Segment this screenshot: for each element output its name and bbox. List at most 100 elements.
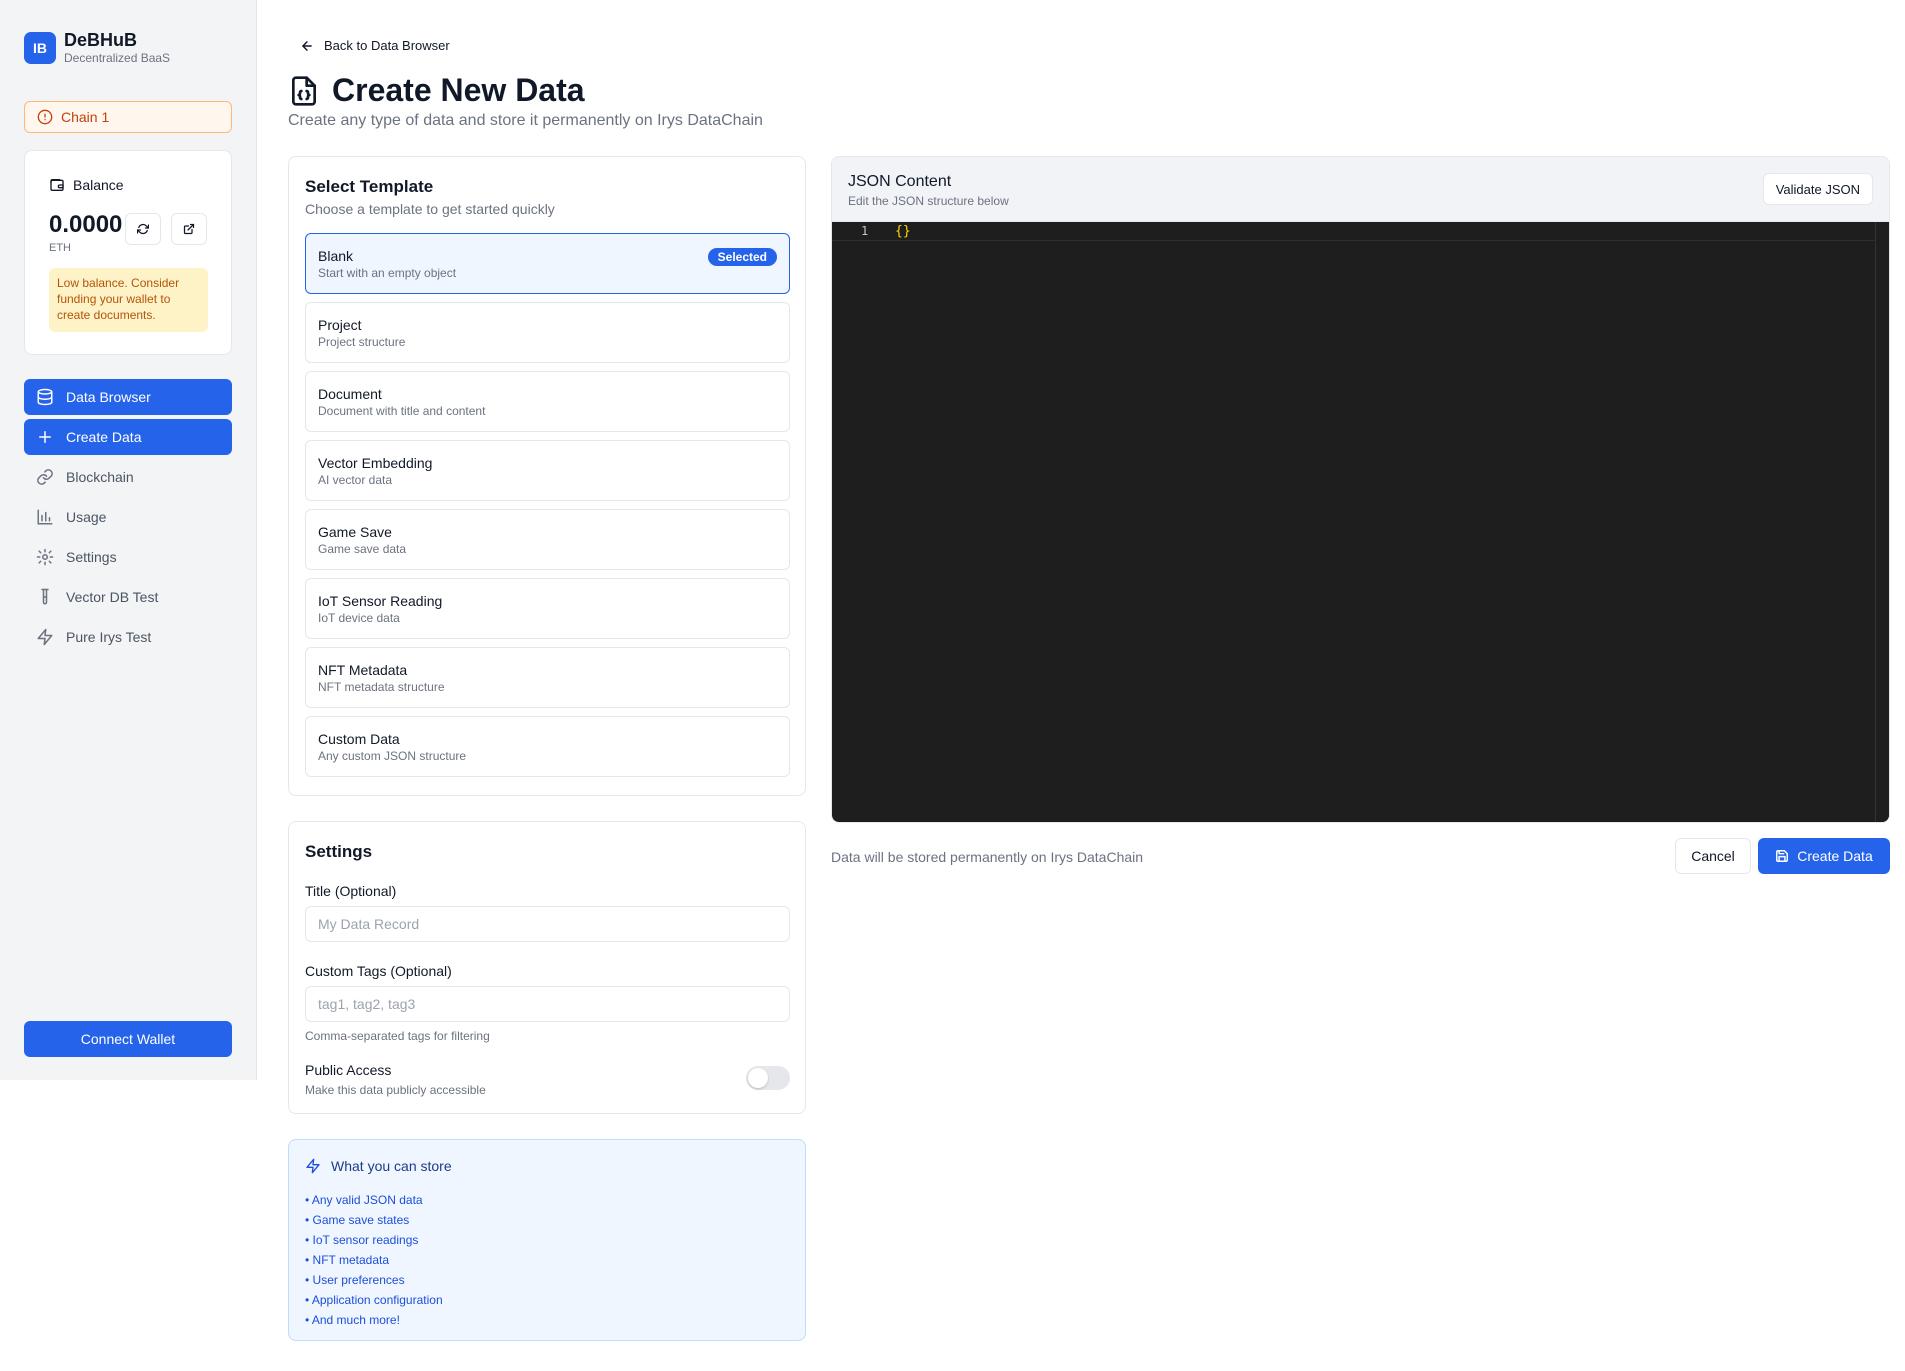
sidebar-item-label: Pure Irys Test [66,629,152,645]
json-code[interactable]: {} [895,224,911,239]
chain-badge[interactable]: Chain 1 [24,101,232,133]
balance-amount: 0.0000 [49,211,123,238]
balance-unit: ETH [49,242,71,254]
sidebar-item-settings[interactable]: Settings [24,539,232,575]
list-item: • And much more! [305,1313,400,1327]
template-name: Custom Data [318,731,400,747]
zap-icon [306,1158,320,1174]
template-name: IoT Sensor Reading [318,593,443,609]
storage-info-card: What you can store • Any valid JSON data… [288,1139,806,1341]
storage-note: Data will be stored permanently on Irys … [831,849,1144,865]
json-card-title: JSON Content [848,173,952,190]
template-desc: Project structure [318,335,406,349]
chain-label: Chain 1 [61,109,110,125]
template-name: Project [318,317,362,333]
balance-card: Balance 0.0000 ETH Low balance. Consider… [24,150,232,355]
validate-json-button[interactable]: Validate JSON [1762,173,1873,205]
refresh-balance-button[interactable] [125,213,161,245]
template-desc: AI vector data [318,473,393,487]
bar-chart-icon [37,509,53,525]
balance-label: Balance [73,177,124,193]
sidebar-item-blockchain[interactable]: Blockchain [24,459,232,495]
list-item: • Application configuration [305,1293,443,1307]
json-card-subtitle: Edit the JSON structure below [848,194,1009,208]
alert-circle-icon [37,109,53,125]
title-input[interactable] [305,906,790,942]
template-option-nft-metadata[interactable]: NFT Metadata NFT metadata structure [305,647,790,708]
arrow-left-icon [302,40,312,51]
list-item: • Any valid JSON data [305,1193,423,1207]
connect-wallet-button[interactable]: Connect Wallet [24,1021,232,1057]
cancel-button[interactable]: Cancel [1675,838,1751,874]
template-option-blank[interactable]: Blank Start with an empty object Selecte… [305,233,790,294]
public-access-hint: Make this data publicly accessible [305,1083,486,1097]
sidebar-item-data-browser[interactable]: Data Browser [24,379,232,415]
tags-input[interactable] [305,986,790,1022]
editor-scrollbar[interactable] [1875,222,1889,822]
toggle-knob [748,1068,768,1088]
list-item: • Game save states [305,1213,410,1227]
sidebar-item-vector-db-test[interactable]: Vector DB Test [24,579,232,615]
page-subtitle: Create any type of data and store it per… [288,112,763,129]
storage-info-title: What you can store [331,1158,452,1174]
file-json-icon [292,75,316,106]
low-balance-warning: Low balance. Consider funding your walle… [49,268,208,332]
public-access-label: Public Access [305,1062,392,1078]
template-desc: Game save data [318,542,407,556]
template-option-iot-sensor-reading[interactable]: IoT Sensor Reading IoT device data [305,578,790,639]
settings-card: Settings Title (Optional) Custom Tags (O… [288,821,806,1114]
sidebar-item-label: Blockchain [66,469,134,485]
sidebar-item-create-data[interactable]: Create Data [24,419,232,455]
sidebar-item-label: Usage [66,509,107,525]
editor-line: 1 {} [832,222,1876,241]
list-item: • NFT metadata [305,1253,390,1267]
json-editor[interactable]: 1 {} [832,222,1889,822]
public-access-toggle[interactable] [746,1066,790,1090]
sidebar-item-label: Settings [66,549,117,565]
create-data-button[interactable]: Create Data [1758,838,1890,874]
tags-hint: Comma-separated tags for filtering [305,1029,490,1043]
template-option-game-save[interactable]: Game Save Game save data [305,509,790,570]
template-name: NFT Metadata [318,662,408,678]
list-item: • IoT sensor readings [305,1233,419,1247]
brand-subtitle: Decentralized BaaS [64,51,171,65]
template-desc: Document with title and content [318,404,486,418]
template-option-document[interactable]: Document Document with title and content [305,371,790,432]
json-content-card: JSON Content Edit the JSON structure bel… [831,156,1890,823]
storage-info-list: • Any valid JSON data • Game save states… [305,1190,443,1330]
zap-icon [37,628,53,646]
external-link-button[interactable] [171,213,207,245]
template-desc: NFT metadata structure [318,680,445,694]
page-title: Create New Data [288,72,585,109]
link-icon [37,469,53,485]
save-icon [1776,850,1789,862]
settings-card-title: Settings [305,842,373,861]
gear-icon [36,548,54,566]
test-tube-icon [41,588,49,605]
database-icon [37,388,53,406]
template-card-title: Select Template [305,177,434,196]
sidebar-nav: Data Browser Create Data Blockchain Usag… [24,379,232,659]
template-card: Select Template Choose a template to get… [288,156,806,796]
plus-icon [39,431,51,443]
list-item: • User preferences [305,1273,405,1287]
back-link-label: Back to Data Browser [324,38,450,53]
back-link[interactable]: Back to Data Browser [300,38,450,53]
template-name: Game Save [318,524,392,540]
template-option-vector-embedding[interactable]: Vector Embedding AI vector data [305,440,790,501]
sidebar-item-usage[interactable]: Usage [24,499,232,535]
template-name: Document [318,386,382,402]
sidebar-item-label: Create Data [66,429,142,445]
page-title-text: Create New Data [332,72,585,108]
template-option-project[interactable]: Project Project structure [305,302,790,363]
template-option-custom-data[interactable]: Custom Data Any custom JSON structure [305,716,790,777]
sidebar-item-pure-irys-test[interactable]: Pure Irys Test [24,619,232,655]
title-field-label: Title (Optional) [305,883,397,899]
wallet-icon [50,179,64,191]
sidebar-item-label: Vector DB Test [66,589,159,605]
json-card-header: JSON Content Edit the JSON structure bel… [832,157,1889,222]
create-data-label: Create Data [1797,848,1873,864]
brand[interactable]: IB DeBHuB Decentralized BaaS [24,30,170,66]
template-desc: Start with an empty object [318,266,457,280]
refresh-icon [137,223,149,235]
